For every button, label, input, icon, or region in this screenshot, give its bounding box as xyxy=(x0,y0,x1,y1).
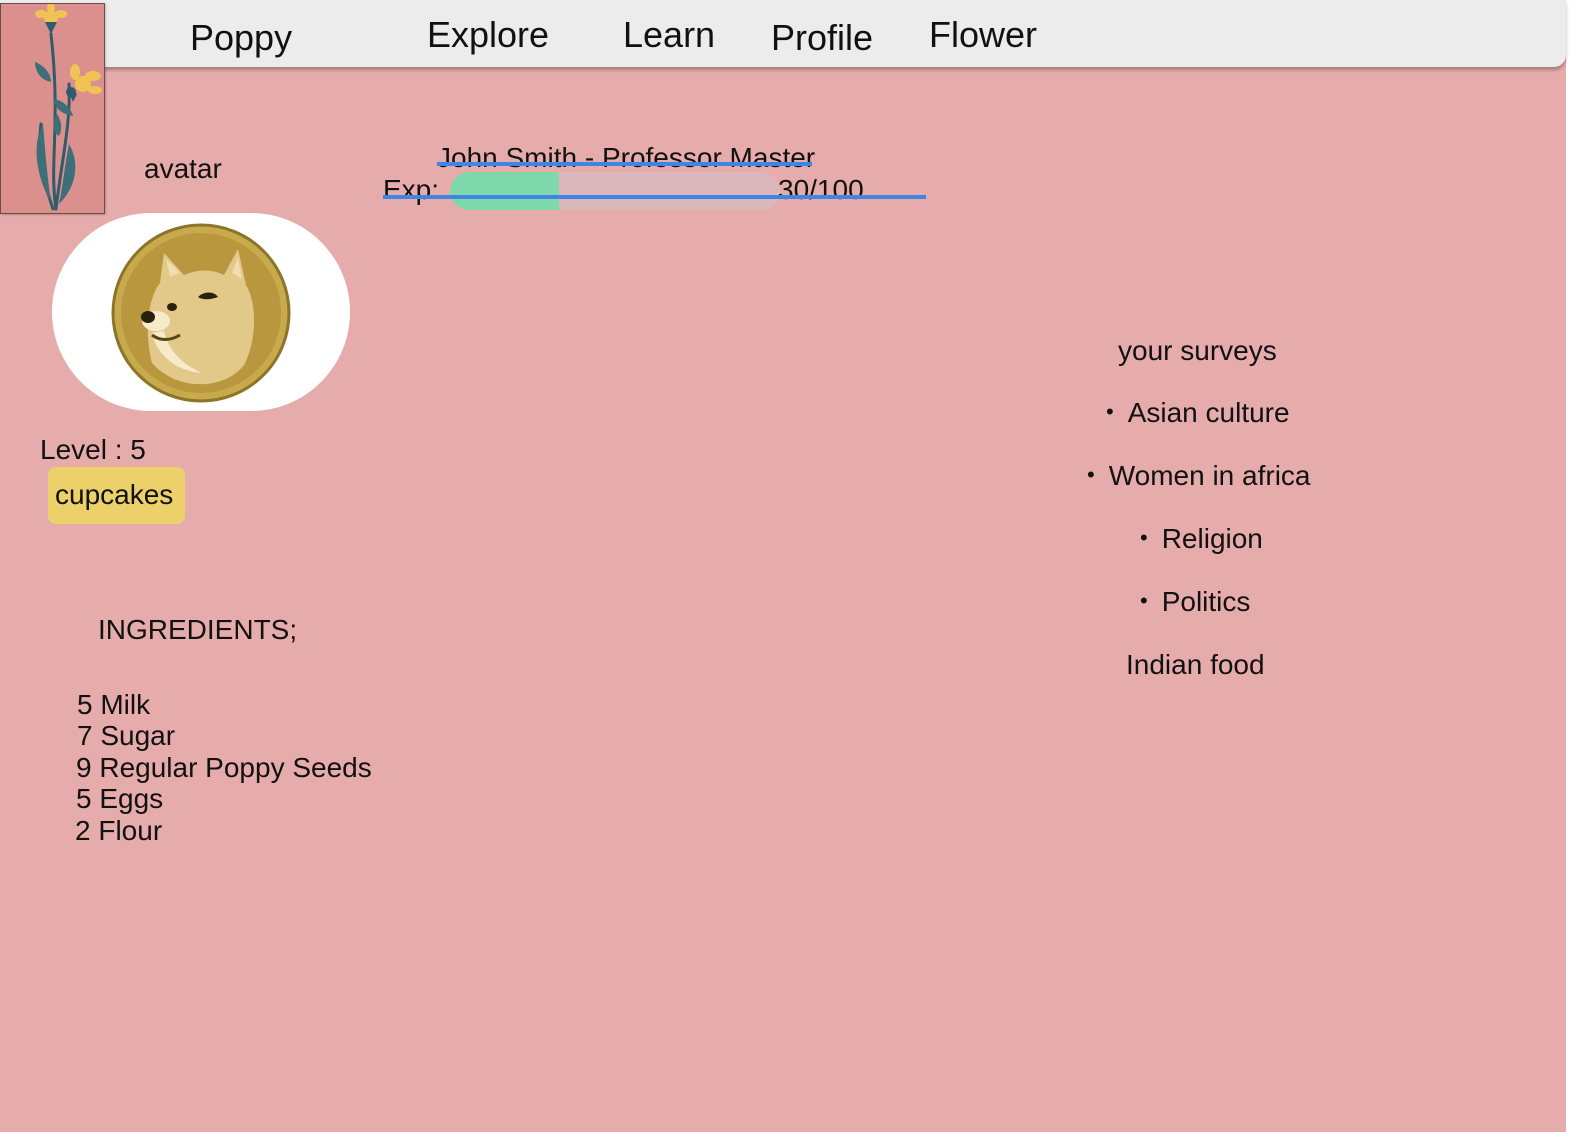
bullet-icon: • xyxy=(1106,399,1114,424)
survey-item-label: Politics xyxy=(1161,586,1251,617)
level-label: Level : 5 xyxy=(40,434,146,465)
top-navbar: Poppy Explore Learn Profile Flower xyxy=(0,0,1566,67)
exp-value: 30/100 xyxy=(778,174,864,205)
survey-item-label: Asian culture xyxy=(1127,397,1290,428)
nav-item-profile[interactable]: Profile xyxy=(771,17,873,59)
bullet-icon: • xyxy=(1140,588,1148,613)
ingredient-item: 9 Regular Poppy Seeds xyxy=(76,752,372,783)
ingredient-item: 5 Milk xyxy=(77,689,151,720)
ingredient-item: 2 Flour xyxy=(75,815,163,846)
survey-item-religion[interactable]: • Religion xyxy=(1140,523,1263,555)
exp-underline xyxy=(383,195,926,199)
user-name-title: John Smith - Professor Master xyxy=(437,142,816,173)
exp-progress-fill xyxy=(450,172,559,210)
nav-item-explore[interactable]: Explore xyxy=(427,14,549,56)
bullet-icon: • xyxy=(1140,525,1148,550)
survey-item-women-in-africa[interactable]: • Women in africa xyxy=(1087,460,1311,492)
survey-item-asian-culture[interactable]: • Asian culture xyxy=(1106,397,1290,429)
survey-item-label: Women in africa xyxy=(1108,460,1311,491)
name-underline xyxy=(437,162,812,166)
ingredient-item: 5 Eggs xyxy=(76,783,164,814)
nav-item-learn[interactable]: Learn xyxy=(623,14,715,56)
ingredients-heading: INGREDIENTS; xyxy=(98,614,298,645)
survey-item-politics[interactable]: • Politics xyxy=(1140,586,1250,618)
badge-cupcakes[interactable]: cupcakes xyxy=(48,467,185,524)
avatar-label: avatar xyxy=(144,153,222,184)
flower-logo-icon[interactable] xyxy=(0,3,105,214)
nav-brand-poppy[interactable]: Poppy xyxy=(190,17,292,59)
exp-label: Exp: xyxy=(383,174,440,205)
survey-item-indian-food[interactable]: Indian food xyxy=(1126,649,1265,681)
surveys-heading: your surveys xyxy=(1118,335,1277,366)
exp-progress-bar xyxy=(450,172,780,210)
nav-item-flower[interactable]: Flower xyxy=(929,14,1037,56)
doge-avatar-icon xyxy=(111,223,291,403)
avatar-frame[interactable] xyxy=(52,213,350,411)
bullet-icon: • xyxy=(1087,462,1095,487)
survey-item-label: Religion xyxy=(1161,523,1263,554)
ingredient-item: 7 Sugar xyxy=(77,720,176,751)
